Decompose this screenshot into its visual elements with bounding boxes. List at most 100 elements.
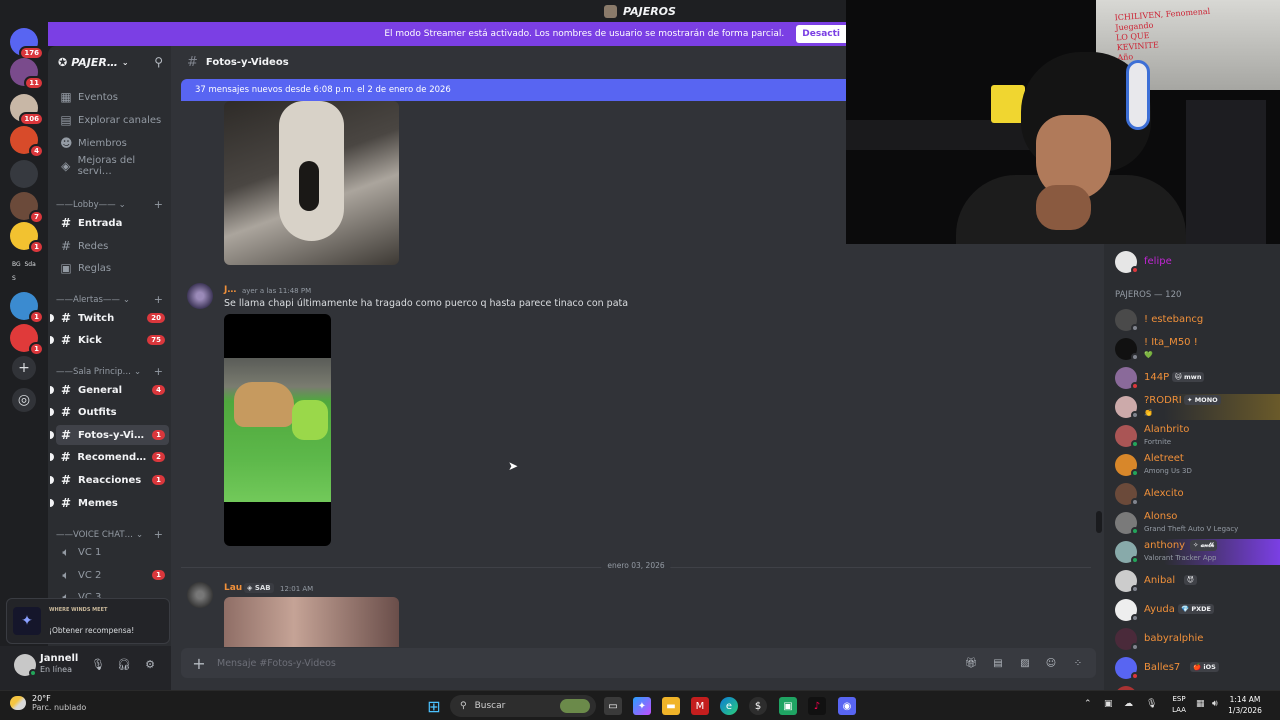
category-voice-chat[interactable]: ——VOICE CHAT… ⌄ + bbox=[56, 528, 169, 541]
channel-general[interactable]: # General 4 bbox=[50, 380, 169, 400]
file-explorer-icon[interactable]: ▬ bbox=[662, 697, 680, 715]
emoji-icon[interactable]: ☺ bbox=[1044, 656, 1058, 670]
edge-icon[interactable]: e bbox=[720, 697, 738, 715]
category-alertas[interactable]: ——Alertas—— ⌄ + bbox=[56, 293, 169, 306]
gif-icon[interactable]: ▤ bbox=[991, 656, 1005, 670]
invite-icon[interactable]: ⚲ bbox=[154, 55, 163, 69]
gear-icon[interactable]: ⚙ bbox=[142, 656, 158, 672]
system-clock[interactable]: 1:14 AM 1/3/2026 bbox=[1220, 694, 1270, 716]
gift-icon[interactable]: 🎁︎ bbox=[964, 656, 978, 670]
member-item[interactable]: anthony ✧ 𝒶𝓃𝓉𝒽 Valorant Tracker App bbox=[1104, 538, 1280, 566]
server-header[interactable]: ✪ PAJER… ⌄ ⚲ bbox=[48, 46, 171, 78]
video-attachment[interactable] bbox=[224, 314, 331, 546]
weather-widget[interactable]: 20°F Parc. nublado bbox=[10, 694, 86, 712]
cloud-icon[interactable]: ☁ bbox=[1124, 699, 1133, 709]
message-author[interactable]: J… bbox=[224, 285, 236, 295]
channel-reglas[interactable]: ▣ Reglas bbox=[56, 258, 169, 278]
server-icon[interactable]: 7 bbox=[10, 192, 44, 224]
member-item[interactable]: BeniaDie🔥 bbox=[1104, 683, 1280, 690]
channel-redes[interactable]: # Redes bbox=[56, 236, 169, 256]
category-sala-principal[interactable]: ——Sala Princip… ⌄ + bbox=[56, 365, 169, 378]
message-author[interactable]: Lau bbox=[224, 583, 242, 593]
hash-icon: # bbox=[60, 333, 72, 347]
channel-recomendaciones[interactable]: # Recomend… 2 bbox=[50, 447, 169, 467]
windows-start-icon[interactable]: ⊞ bbox=[425, 697, 443, 716]
server-icon[interactable]: 1 bbox=[10, 292, 44, 324]
member-item[interactable]: 144P 🐱 mwn bbox=[1104, 364, 1280, 392]
member-item[interactable]: felipe bbox=[1104, 248, 1280, 276]
member-item[interactable]: ! Ita_M50 ! 💚 bbox=[1104, 335, 1280, 363]
member-item[interactable]: Balles7 🍎 iOS bbox=[1104, 654, 1280, 682]
member-item[interactable]: Alexcito bbox=[1104, 480, 1280, 508]
add-server-button[interactable]: + bbox=[12, 356, 36, 380]
microphone-icon[interactable]: 🎙︎ bbox=[1146, 699, 1157, 709]
sticker-icon[interactable]: ▨ bbox=[1018, 656, 1032, 670]
member-item[interactable]: ! estebancg bbox=[1104, 306, 1280, 334]
sidebar-item-members[interactable]: ☻ Miembros bbox=[56, 133, 169, 153]
server-icon[interactable]: 1 bbox=[10, 222, 44, 254]
member-item[interactable]: Aletreet Among Us 3D bbox=[1104, 451, 1280, 479]
channel-twitch[interactable]: # Twitch 20 bbox=[50, 308, 169, 328]
reward-popup[interactable]: ✦ WHERE WINDS MEET ¡Obtener recompensa! bbox=[6, 598, 170, 644]
language-indicator[interactable]: ESP LAA bbox=[1168, 694, 1190, 716]
server-icon[interactable] bbox=[10, 160, 38, 188]
server-icon[interactable]: 1 bbox=[10, 324, 44, 356]
member-item[interactable]: Anibal 😈 bbox=[1104, 567, 1280, 595]
channel-memes[interactable]: # Memes bbox=[50, 493, 169, 513]
deactivate-button[interactable]: Desacti bbox=[796, 25, 846, 43]
network-icon[interactable]: ▦ bbox=[1196, 699, 1205, 709]
app-icon[interactable]: $ bbox=[749, 697, 767, 715]
tray-app-icon[interactable]: ▣ bbox=[1104, 699, 1113, 709]
voice-channel-vc1[interactable]: 🔈︎ VC 1 bbox=[56, 542, 169, 562]
channel-fotos-y-videos[interactable]: # Fotos-y-Vi… 1 bbox=[50, 425, 169, 445]
image-attachment[interactable] bbox=[224, 101, 399, 265]
channel-entrada[interactable]: # Entrada bbox=[56, 213, 169, 233]
copilot-icon[interactable]: ✦ bbox=[633, 697, 651, 715]
attach-plus-icon[interactable]: + bbox=[181, 654, 217, 673]
plus-icon[interactable]: + bbox=[154, 293, 163, 306]
microphone-icon[interactable]: 🎙︎ bbox=[90, 656, 106, 672]
taskbar-search[interactable]: ⚲ Buscar bbox=[450, 695, 596, 717]
channel-outfits[interactable]: # Outfits bbox=[50, 402, 169, 422]
image-attachment[interactable] bbox=[224, 597, 399, 647]
category-lobby[interactable]: ——Lobby—— ⌄ + bbox=[56, 198, 169, 211]
member-item[interactable]: Alanbrito Fortnite bbox=[1104, 422, 1280, 450]
android-app-icon[interactable]: ▣ bbox=[779, 697, 797, 715]
avatar[interactable] bbox=[187, 582, 213, 608]
member-item[interactable]: Ayuda 💎 PXDE bbox=[1104, 596, 1280, 624]
channel-kick[interactable]: # Kick 75 bbox=[50, 330, 169, 350]
hash-icon: # bbox=[60, 405, 72, 419]
mcafee-icon[interactable]: M bbox=[691, 697, 709, 715]
direct-messages-button[interactable]: 176 bbox=[10, 28, 44, 60]
plus-icon[interactable]: + bbox=[154, 198, 163, 211]
scrollbar[interactable] bbox=[1096, 511, 1102, 533]
task-view-icon[interactable]: ▭ bbox=[604, 697, 622, 715]
plus-icon[interactable]: + bbox=[154, 528, 163, 541]
discord-icon[interactable]: ◉ bbox=[838, 697, 856, 715]
chevron-up-icon[interactable]: ⌃ bbox=[1084, 699, 1092, 709]
server-icon[interactable]: 106 bbox=[10, 94, 44, 126]
server-icon[interactable]: 11 bbox=[10, 58, 44, 90]
member-item[interactable]: ?RODRI ✦ MONO 👏 bbox=[1104, 393, 1280, 421]
username[interactable]: Jannell bbox=[40, 653, 78, 664]
server-icon[interactable]: 4 bbox=[10, 126, 44, 158]
member-item[interactable]: Alonso Grand Theft Auto V Legacy bbox=[1104, 509, 1280, 537]
guild-tag-badge[interactable]: ◈ SAB bbox=[244, 583, 274, 593]
sidebar-item-boosts[interactable]: ◈ Mejoras del servi… bbox=[56, 155, 169, 177]
volume-icon[interactable]: 🔊︎ bbox=[1212, 699, 1218, 709]
discover-button[interactable]: ◎ bbox=[12, 388, 36, 412]
member-item[interactable]: babyralphie bbox=[1104, 625, 1280, 653]
voice-channel-vc2[interactable]: 🔈︎ VC 2 1 bbox=[56, 565, 169, 585]
hash-icon: # bbox=[60, 216, 72, 230]
new-messages-bar[interactable]: 37 mensajes nuevos desde 6:08 p.m. el 2 … bbox=[181, 79, 846, 101]
sidebar-item-eventos[interactable]: ▦ Eventos bbox=[56, 87, 169, 107]
sidebar-item-explore[interactable]: ▤ Explorar canales bbox=[56, 110, 169, 130]
plus-icon[interactable]: + bbox=[154, 365, 163, 378]
apps-icon[interactable]: ⁘ bbox=[1071, 656, 1085, 670]
channel-reacciones[interactable]: # Reacciones 1 bbox=[50, 470, 169, 490]
server-folder[interactable]: BG Sda S bbox=[12, 258, 36, 286]
avatar[interactable] bbox=[187, 283, 213, 309]
message-input[interactable]: Mensaje #Fotos-y-Videos bbox=[217, 658, 336, 669]
tiktok-icon[interactable]: ♪ bbox=[808, 697, 826, 715]
headphones-icon[interactable]: 🎧︎ bbox=[116, 656, 132, 672]
